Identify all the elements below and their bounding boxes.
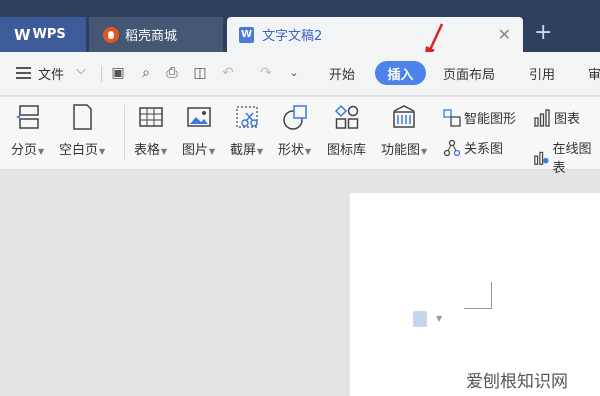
paste-options-icon[interactable] [413,311,427,327]
icon-library-button[interactable]: 图标库 [327,103,366,158]
table-button[interactable]: 表格▼ [134,103,167,158]
blank-page-icon [73,104,92,130]
chart-icon [534,108,550,127]
save-icon[interactable]: ▣ [110,65,126,81]
screenshot-button[interactable]: 截屏▼ [230,103,263,158]
page-break-icon [15,105,39,129]
icon-library-icon [334,104,358,129]
tab-insert[interactable]: 插入 [375,61,426,85]
page-break-button[interactable]: 分页▼ [11,103,44,158]
shape-icon [282,105,307,130]
tab-shop-label: 稻壳商城 [125,29,178,44]
online-chart-icon [534,151,549,165]
picture-icon [186,107,211,127]
function-chart-icon [393,105,415,128]
table-label: 表格 [134,143,161,158]
menu-divider [101,66,102,82]
relation-chart-button[interactable]: 关系图 [443,138,503,157]
print-preview-icon[interactable]: ◫ [192,65,208,81]
format-painter-icon[interactable]: ⌕ [138,65,154,81]
tab-page-layout[interactable]: 页面布局 [443,64,495,83]
menu-bar: 文件 ⌵ ▣ ⌕ ⎙ ◫ ↶ ↷ ⌄ 开始 页面布局 引用 审 [0,52,600,96]
menu-file[interactable]: 文件 [38,64,64,83]
screenshot-label: 截屏 [230,143,257,158]
shape-button[interactable]: 形状▼ [278,103,311,158]
table-icon [138,107,163,127]
screenshot-icon [235,106,258,128]
blank-page-label: 空白页 [59,143,99,158]
hamburger-menu-icon[interactable] [16,67,31,79]
page-margin-marker [464,282,492,309]
relation-chart-label: 关系图 [464,142,504,157]
smart-art-button[interactable]: 智能图形 [443,108,516,127]
picture-label: 图片 [182,143,209,158]
smart-art-label: 智能图形 [464,112,517,127]
relation-chart-icon [443,139,461,156]
redo-icon[interactable]: ↷ [258,65,274,81]
function-chart-label: 功能图 [381,143,421,158]
tab-references[interactable]: 引用 [529,64,555,83]
online-chart-label: 在线图表 [552,142,592,176]
smart-art-icon [443,108,461,127]
print-icon[interactable]: ⎙ [164,65,180,81]
picture-button[interactable]: 图片▼ [182,103,215,158]
tab-review[interactable]: 审 [588,64,600,83]
insert-ribbon: 分页▼ 空白页▼ 表格▼ 图片▼ 截屏▼ 形状▼ 图标库 功能图▼ 智能图形 图… [0,97,600,176]
quick-access-more-icon[interactable]: ⌄ [286,65,302,81]
file-dropdown-chevron-icon[interactable]: ⌵ [76,63,86,78]
wps-logo-icon: W [14,25,30,44]
chart-button[interactable]: 图表 [533,108,580,127]
online-chart-button[interactable]: 在线图表 [533,138,600,176]
flame-icon [103,26,119,43]
ribbon-divider [124,105,125,161]
tab-docer-shop[interactable]: 稻壳商城 [89,17,223,52]
writer-doc-icon: W [239,26,254,43]
function-chart-button[interactable]: 功能图▼ [381,103,427,158]
chart-label: 图表 [554,112,581,127]
blank-page-button[interactable]: 空白页▼ [59,103,105,158]
watermark-text: 爱刨根知识网 [466,372,568,392]
shape-label: 形状 [278,143,305,158]
tab-document[interactable]: W 文字文稿2 ✕ [227,17,523,52]
tab-wps[interactable]: W WPS [0,17,86,52]
paste-options-caret-icon[interactable]: ▼ [436,314,442,323]
page-break-label: 分页 [11,143,38,158]
icon-library-label: 图标库 [327,143,367,158]
tab-wps-label: WPS [32,27,66,42]
new-tab-plus-icon[interactable]: + [534,20,552,45]
close-tab-icon[interactable]: ✕ [498,25,511,44]
undo-icon[interactable]: ↶ [220,65,236,81]
tab-document-label: 文字文稿2 [262,29,323,44]
tab-home[interactable]: 开始 [329,64,355,83]
